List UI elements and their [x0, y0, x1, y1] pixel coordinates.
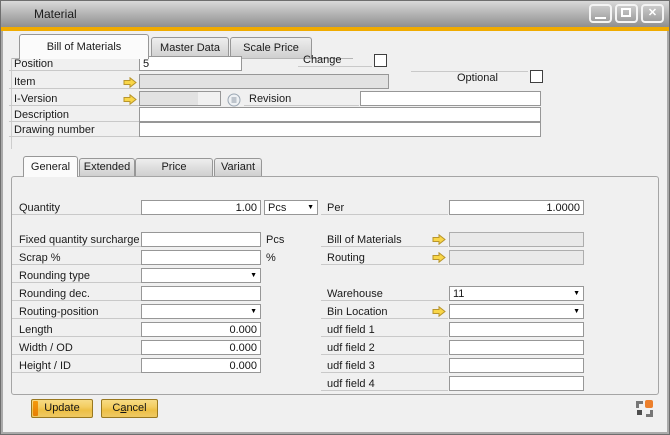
length-label: Length	[12, 324, 141, 337]
resize-grip-icon[interactable]	[636, 400, 654, 418]
udf-field-4[interactable]	[449, 376, 584, 391]
material-window: Material ✕ Bill of Materials Master Data…	[0, 0, 670, 435]
optional-label: Optional	[452, 72, 512, 85]
udf-field-2[interactable]	[449, 340, 584, 355]
warehouse-label: Warehouse	[321, 288, 448, 301]
rounding-dec-label: Rounding dec.	[12, 288, 141, 301]
link-arrow-icon[interactable]	[432, 234, 446, 245]
height-id-label: Height / ID	[12, 360, 141, 373]
length-field[interactable]	[141, 322, 261, 337]
bill-of-materials-label: Bill of Materials	[321, 234, 448, 247]
link-arrow-icon[interactable]	[123, 94, 137, 105]
bin-location-dropdown[interactable]: ▼	[449, 304, 584, 319]
chevron-down-icon: ▼	[250, 308, 257, 316]
grip-corner	[646, 410, 653, 417]
width-od-label: Width / OD	[12, 342, 141, 355]
tab-master-data[interactable]: Master Data	[151, 37, 229, 58]
item-label: Item	[9, 76, 139, 89]
routing-label: Routing	[321, 252, 448, 265]
rounding-type-label: Rounding type	[12, 270, 141, 283]
warehouse-dropdown[interactable]: 11 ▼	[449, 286, 584, 301]
routing-position-dropdown[interactable]: ▼	[141, 304, 261, 319]
routing-field	[449, 250, 584, 265]
window-border	[667, 31, 669, 434]
bin-location-label: Bin Location	[321, 306, 448, 319]
bill-of-materials-field	[449, 232, 584, 247]
link-arrow-icon[interactable]	[432, 306, 446, 317]
revision-label: Revision	[244, 93, 359, 106]
grip-orange-square	[645, 400, 653, 408]
fixed-quantity-surcharge-field[interactable]	[141, 232, 261, 247]
update-button[interactable]: Update	[31, 399, 93, 418]
minimize-icon	[595, 17, 606, 19]
maximize-button[interactable]	[615, 4, 638, 23]
udf-field-1[interactable]	[449, 322, 584, 337]
cancel-button-label: Cancel	[112, 402, 146, 414]
optional-checkbox[interactable]	[530, 70, 543, 83]
warehouse-value: 11	[453, 288, 464, 300]
height-id-field[interactable]	[141, 358, 261, 373]
i-version-label: I-Version	[9, 93, 139, 106]
position-field[interactable]	[139, 56, 242, 71]
change-checkbox[interactable]	[374, 54, 387, 67]
window-border	[1, 31, 3, 434]
change-label: Change	[298, 54, 372, 67]
udf-field-3[interactable]	[449, 358, 584, 373]
chevron-down-icon: ▼	[573, 308, 580, 316]
window-border	[1, 432, 669, 434]
cancel-button[interactable]: Cancel	[101, 399, 158, 418]
udf-field-3-label: udf field 3	[321, 360, 448, 373]
tab-bill-of-materials[interactable]: Bill of Materials	[19, 34, 149, 59]
default-button-stripe	[33, 401, 38, 416]
position-label: Position	[9, 58, 139, 71]
udf-field-2-label: udf field 2	[321, 342, 448, 355]
minimize-button[interactable]	[589, 4, 612, 23]
i-version-field-segment	[198, 92, 220, 105]
fixed-quantity-surcharge-unit: Pcs	[266, 234, 296, 247]
list-icon[interactable]	[227, 93, 241, 107]
description-label: Description	[9, 109, 139, 122]
uom-dropdown[interactable]: Pcs ▼	[264, 200, 318, 215]
maximize-icon	[621, 8, 631, 17]
chevron-down-icon: ▼	[573, 290, 580, 298]
window-title: Material	[34, 1, 77, 27]
udf-field-4-label: udf field 4	[321, 378, 448, 391]
chevron-down-icon: ▼	[250, 272, 257, 280]
tab-extended[interactable]: Extended	[79, 158, 135, 176]
grip-dark-square	[637, 410, 642, 415]
close-icon: ✕	[648, 7, 657, 19]
udf-field-1-label: udf field 1	[321, 324, 448, 337]
title-bar[interactable]: Material ✕	[1, 1, 669, 28]
tab-general[interactable]: General	[23, 156, 78, 177]
close-button[interactable]: ✕	[641, 4, 664, 23]
update-button-label: Update	[44, 402, 79, 414]
grip-corner	[636, 401, 643, 408]
scrap-unit: %	[266, 252, 286, 265]
tab-price[interactable]: Price	[135, 158, 213, 176]
chevron-down-icon: ▼	[307, 204, 314, 212]
accent-bar	[1, 27, 669, 31]
link-arrow-icon[interactable]	[432, 252, 446, 263]
fixed-quantity-surcharge-label: Fixed quantity surcharge	[12, 234, 141, 247]
quantity-label: Quantity	[12, 202, 141, 215]
rounding-dec-field[interactable]	[141, 286, 261, 301]
rounding-type-dropdown[interactable]: ▼	[141, 268, 261, 283]
description-field[interactable]	[139, 107, 541, 122]
revision-field[interactable]	[360, 91, 541, 106]
drawing-number-label: Drawing number	[9, 124, 139, 137]
width-od-field[interactable]	[141, 340, 261, 355]
link-arrow-icon[interactable]	[123, 77, 137, 88]
drawing-number-field[interactable]	[139, 122, 541, 137]
scrap-label: Scrap %	[12, 252, 141, 265]
per-label: Per	[321, 202, 448, 215]
per-field[interactable]	[449, 200, 584, 215]
uom-value: Pcs	[268, 202, 286, 214]
routing-position-label: Routing-position	[12, 306, 141, 319]
scrap-field[interactable]	[141, 250, 261, 265]
item-field	[139, 74, 389, 89]
quantity-field[interactable]	[141, 200, 261, 215]
tab-variant[interactable]: Variant	[214, 158, 262, 176]
